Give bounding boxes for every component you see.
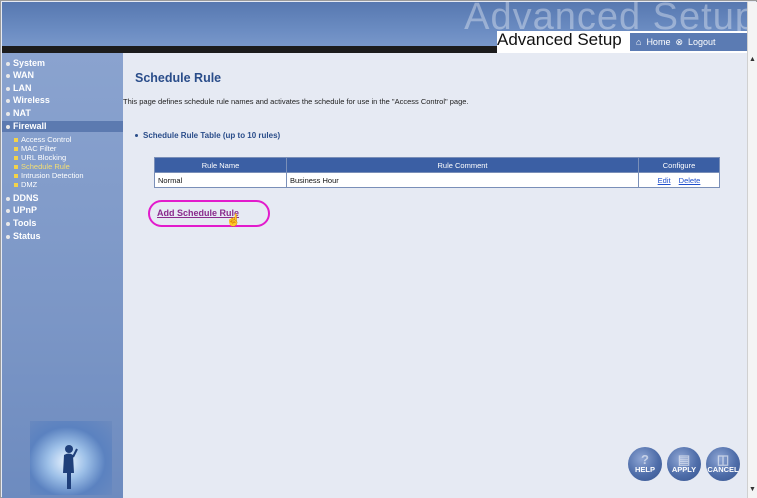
sidebar-nav: System WAN LAN Wireless NAT Firewall Acc…: [2, 53, 123, 498]
sidebar-item-wan[interactable]: WAN: [6, 70, 34, 80]
bullet-icon: [14, 156, 18, 161]
delete-link[interactable]: Delete: [679, 176, 701, 185]
sidebar-subitem-intrusion-detection[interactable]: Intrusion Detection: [14, 171, 84, 180]
header-title: Advanced Setup: [497, 30, 622, 49]
main-content: Schedule Rule This page defines schedule…: [123, 53, 747, 498]
bullet-icon: [6, 61, 10, 66]
sidebar-item-wireless[interactable]: Wireless: [6, 95, 50, 105]
sidebar-item-nat[interactable]: NAT: [6, 108, 31, 118]
bullet-icon: [6, 124, 10, 129]
bullet-icon: [6, 73, 10, 78]
sidebar-subitem-mac-filter[interactable]: MAC Filter: [14, 144, 56, 153]
cancel-button[interactable]: ◫ CANCEL: [706, 447, 740, 481]
rule-comment-cell: Business Hour: [286, 172, 639, 188]
add-rule-highlight: Add Schedule Rule ☝: [148, 200, 270, 227]
home-link[interactable]: Home: [646, 37, 670, 47]
scroll-down-arrow-icon[interactable]: ▼: [749, 486, 756, 493]
sidebar-item-lan[interactable]: LAN: [6, 83, 32, 93]
header-links: ⌂ Home ⊗ Logout: [630, 33, 747, 51]
rule-name-cell: Normal: [154, 172, 287, 188]
bullet-icon: [135, 134, 138, 138]
header-banner: Advanced Setup Advanced Setup ⌂ Home ⊗ L…: [2, 2, 747, 53]
apply-button[interactable]: ▤ APPLY: [667, 447, 701, 481]
bullet-icon: [6, 196, 10, 201]
column-header-rule-comment: Rule Comment: [286, 157, 639, 173]
hand-cursor-icon: ☝: [226, 213, 241, 227]
sidebar-item-upnp[interactable]: UPnP: [6, 205, 37, 215]
page-title: Schedule Rule: [135, 71, 222, 85]
table-heading: Schedule Rule Table (up to 10 rules): [135, 131, 280, 140]
sidebar-item-ddns[interactable]: DDNS: [6, 193, 39, 203]
sidebar-subitem-dmz[interactable]: DMZ: [14, 180, 37, 189]
bullet-icon: [6, 208, 10, 213]
bullet-icon: [6, 221, 10, 226]
sidebar-subitem-access-control[interactable]: Access Control: [14, 135, 71, 144]
question-icon: ?: [641, 452, 649, 467]
edit-link[interactable]: Edit: [658, 176, 671, 185]
schedule-rule-table: Rule Name Rule Comment Configure Normal …: [154, 157, 720, 188]
sidebar-item-system[interactable]: System: [6, 58, 45, 68]
trash-icon: ◫: [716, 452, 730, 467]
bullet-icon: [6, 234, 10, 239]
bullet-icon: [6, 86, 10, 91]
bullet-icon: [6, 111, 10, 116]
bullet-icon: [14, 174, 18, 179]
table-row: Normal Business Hour Edit Delete: [154, 172, 720, 188]
bullet-icon: [6, 98, 10, 103]
configure-cell: Edit Delete: [638, 172, 720, 188]
sidebar-item-tools[interactable]: Tools: [6, 218, 36, 228]
column-header-configure: Configure: [638, 157, 720, 173]
sidebar-item-firewall[interactable]: Firewall: [6, 121, 47, 131]
bullet-icon: [14, 147, 18, 152]
bullet-icon: [14, 183, 18, 188]
page-description: This page defines schedule rule names an…: [123, 97, 469, 106]
sidebar-decorative-photo: [30, 421, 112, 495]
document-icon: ▤: [677, 452, 691, 467]
bullet-icon: [14, 138, 18, 143]
router-admin-window: Advanced Setup Advanced Setup ⌂ Home ⊗ L…: [0, 0, 757, 498]
sidebar-subitem-schedule-rule[interactable]: Schedule Rule: [14, 162, 70, 171]
sidebar-subitem-url-blocking[interactable]: URL Blocking: [14, 153, 66, 162]
table-header-row: Rule Name Rule Comment Configure: [154, 157, 720, 173]
help-button[interactable]: ? HELP: [628, 447, 662, 481]
logout-icon[interactable]: ⊗: [675, 37, 683, 48]
logout-link[interactable]: Logout: [688, 37, 716, 47]
home-icon[interactable]: ⌂: [636, 37, 641, 47]
scroll-up-arrow-icon[interactable]: ▲: [749, 56, 756, 63]
bullet-icon: [14, 165, 18, 170]
person-silhouette-icon: [63, 445, 78, 489]
column-header-rule-name: Rule Name: [154, 157, 287, 173]
sidebar-item-status[interactable]: Status: [6, 231, 41, 241]
vertical-scrollbar[interactable]: ▲ ▼: [747, 2, 757, 498]
